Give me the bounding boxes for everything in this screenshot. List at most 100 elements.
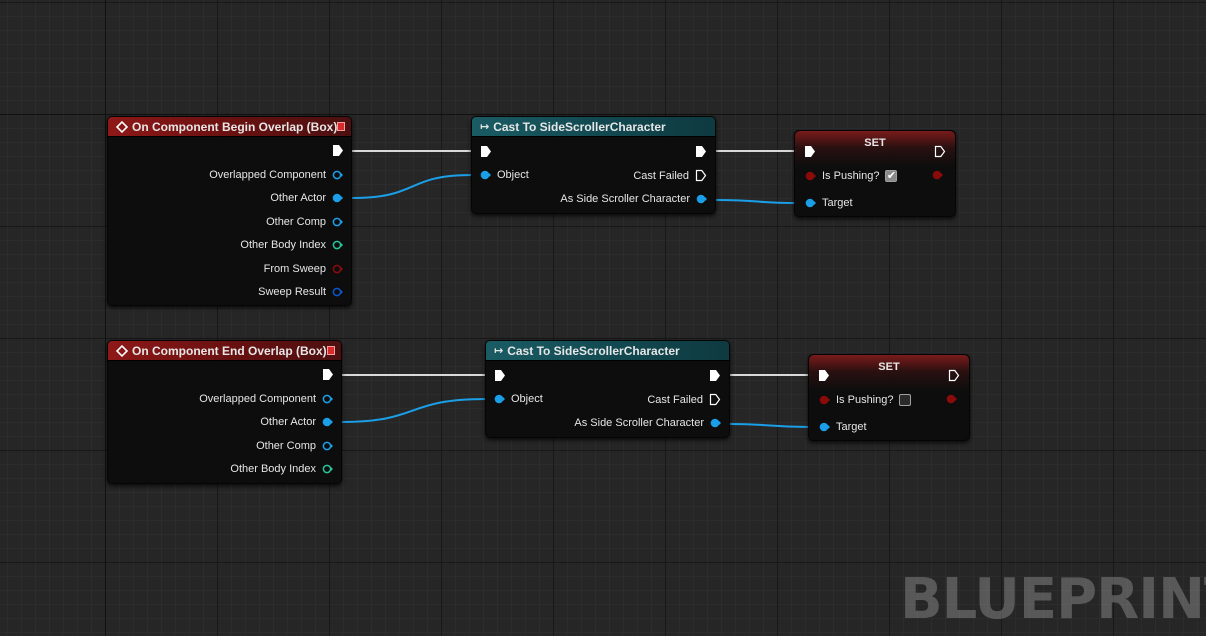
exec-in-pin[interactable] [494, 369, 506, 382]
object-wire[interactable] [341, 398, 487, 423]
node-title: Cast To SideScrollerCharacter [507, 343, 680, 358]
bool-pin-icon [946, 394, 957, 404]
pin-label: As Side Scroller Character [560, 193, 690, 205]
exec-pin-icon [709, 393, 721, 406]
exec-pin-icon [695, 169, 707, 182]
event-diamond-icon [116, 120, 128, 133]
pin-is-pushing-out[interactable] [946, 394, 957, 404]
pin-label: As Side Scroller Character [574, 417, 704, 429]
exec-out-pin[interactable] [332, 144, 344, 157]
exec-out-pin[interactable] [948, 369, 960, 382]
exec-out-pin[interactable] [322, 368, 334, 381]
object-pin-icon [332, 170, 343, 180]
pin-from-sweep[interactable]: From Sweep [264, 263, 343, 275]
exec-pin-icon [805, 146, 815, 157]
pin-is-pushing-in[interactable]: Is Pushing? [819, 394, 912, 406]
exec-out-pin[interactable] [934, 145, 946, 158]
exec-pin-icon [333, 145, 343, 156]
pin-target[interactable]: Target [819, 421, 867, 433]
bool-pin-icon [332, 264, 343, 274]
object-pin-icon [480, 170, 491, 180]
pin-as-side-scroller-character[interactable]: As Side Scroller Character [574, 417, 721, 429]
bool-pin-icon [805, 171, 816, 181]
event-node-begin-overlap[interactable]: On Component Begin Overlap (Box) Overlap… [107, 116, 352, 306]
node-header[interactable]: On Component End Overlap (Box) [108, 341, 341, 361]
pin-label: Target [836, 421, 867, 433]
object-wire[interactable] [351, 174, 473, 199]
object-pin-icon [322, 441, 333, 451]
pin-other-actor[interactable]: Other Actor [270, 192, 343, 204]
bool-pin-icon [932, 170, 943, 180]
object-wire[interactable] [729, 423, 811, 428]
object-pin-icon [819, 422, 830, 432]
object-pin-icon [696, 194, 707, 204]
object-pin-icon [322, 394, 333, 404]
int-pin-icon [322, 464, 333, 474]
pin-label: Object [511, 393, 543, 405]
exec-out-pin[interactable] [695, 145, 707, 158]
object-pin-icon [805, 198, 816, 208]
pin-label: Overlapped Component [209, 169, 326, 181]
object-pin-icon [322, 417, 333, 427]
pin-sweep-result[interactable]: Sweep Result [258, 286, 343, 298]
pin-cast-failed[interactable]: Cast Failed [633, 169, 707, 182]
node-header[interactable]: ↦ Cast To SideScrollerCharacter [486, 341, 729, 361]
exec-in-pin[interactable] [804, 145, 816, 158]
exec-pin-icon [696, 146, 706, 157]
pin-label: Cast Failed [647, 393, 703, 406]
is-pushing-checkbox[interactable]: ✔ [885, 170, 898, 182]
pin-overlapped-component[interactable]: Overlapped Component [199, 393, 333, 405]
delegate-output-icon[interactable] [326, 346, 335, 355]
object-pin-icon [710, 418, 721, 428]
pin-label: Other Actor [270, 192, 326, 204]
pin-label: Overlapped Component [199, 393, 316, 405]
delegate-output-icon[interactable] [337, 122, 345, 131]
bool-pin-icon [819, 395, 830, 405]
exec-out-pin[interactable] [709, 369, 721, 382]
object-pin-icon [494, 394, 505, 404]
pin-other-comp[interactable]: Other Comp [266, 216, 343, 228]
pin-as-side-scroller-character[interactable]: As Side Scroller Character [560, 193, 707, 205]
pin-label: Other Body Index [230, 463, 316, 475]
event-node-end-overlap[interactable]: On Component End Overlap (Box) Overlappe… [107, 340, 342, 484]
node-title: On Component End Overlap (Box) [132, 343, 327, 358]
pin-label: Other Body Index [240, 239, 326, 251]
cast-node-2[interactable]: ↦ Cast To SideScrollerCharacter Object C… [485, 340, 730, 438]
pin-is-pushing-out[interactable] [932, 170, 943, 180]
pin-target[interactable]: Target [805, 197, 853, 209]
set-node-1[interactable]: SET Is Pushing? ✔ Target [794, 130, 956, 217]
pin-overlapped-component[interactable]: Overlapped Component [209, 169, 343, 181]
object-pin-icon [332, 193, 343, 203]
node-header[interactable]: ↦ Cast To SideScrollerCharacter [472, 117, 715, 137]
pin-label: Object [497, 169, 529, 181]
pin-cast-failed[interactable]: Cast Failed [647, 393, 721, 406]
pin-other-body-index[interactable]: Other Body Index [230, 463, 333, 475]
exec-pin-icon [819, 370, 829, 381]
is-pushing-checkbox[interactable] [899, 394, 912, 406]
pin-is-pushing-in[interactable]: Is Pushing? ✔ [805, 170, 898, 182]
pin-label: Other Actor [260, 416, 316, 428]
pin-other-actor[interactable]: Other Actor [260, 416, 333, 428]
pin-other-body-index[interactable]: Other Body Index [240, 239, 343, 251]
pin-object[interactable]: Object [480, 169, 529, 181]
node-header[interactable]: On Component Begin Overlap (Box) [108, 117, 351, 137]
pin-label: Cast Failed [633, 169, 689, 182]
set-node-2[interactable]: SET Is Pushing? Target [808, 354, 970, 441]
cast-arrow-icon: ↦ [494, 345, 504, 357]
exec-in-pin[interactable] [818, 369, 830, 382]
cast-node-1[interactable]: ↦ Cast To SideScrollerCharacter Object C… [471, 116, 716, 214]
object-wire[interactable] [715, 199, 797, 204]
node-title: On Component Begin Overlap (Box) [132, 119, 338, 134]
wire-layer [341, 149, 811, 428]
pin-object[interactable]: Object [494, 393, 543, 405]
object-pin-icon [332, 217, 343, 227]
pin-label: Other Comp [266, 216, 326, 228]
pin-label: Other Comp [256, 440, 316, 452]
pin-label: Sweep Result [258, 286, 326, 298]
node-title: SET [864, 137, 886, 149]
pin-other-comp[interactable]: Other Comp [256, 440, 333, 452]
exec-pin-icon [495, 370, 505, 381]
node-title: Cast To SideScrollerCharacter [493, 119, 666, 134]
exec-in-pin[interactable] [480, 145, 492, 158]
exec-pin-icon [934, 145, 946, 158]
